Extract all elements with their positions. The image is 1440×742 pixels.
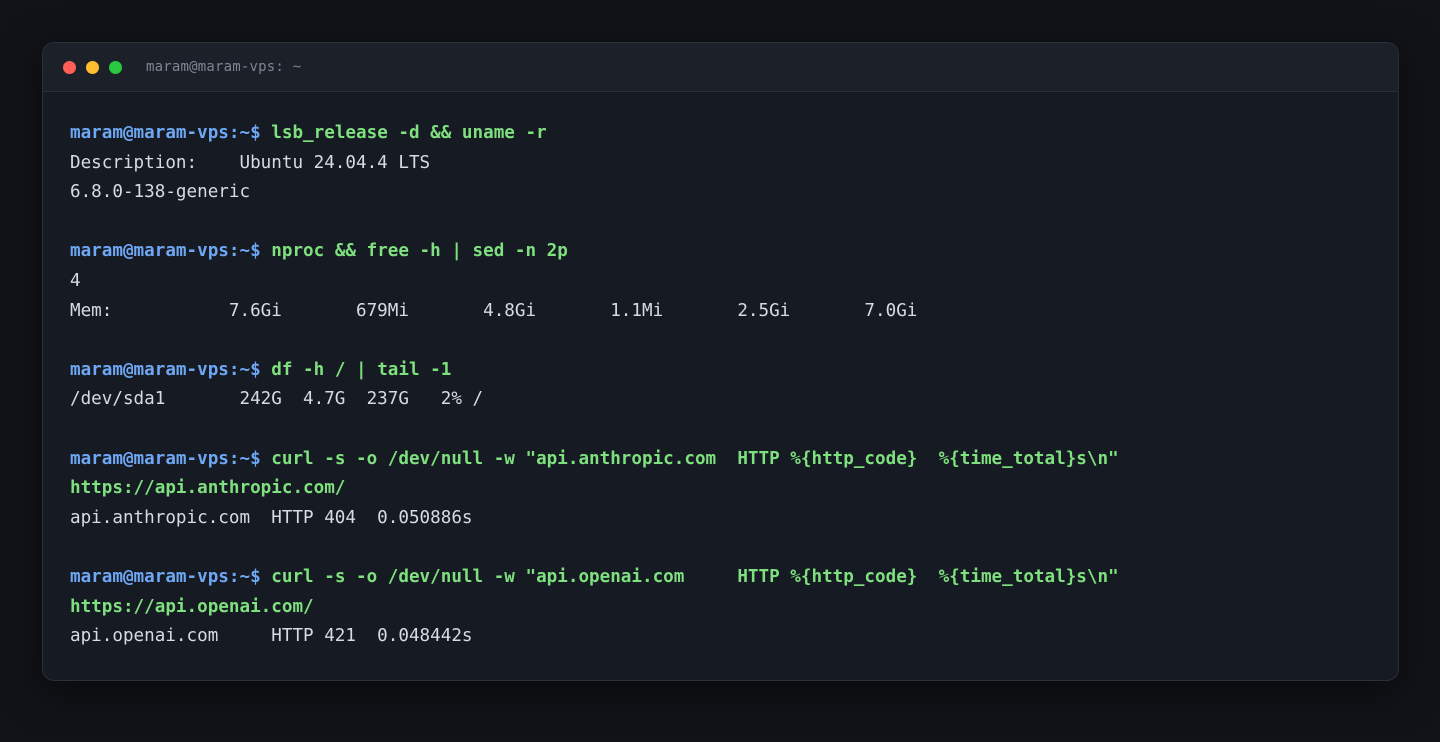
shell-prompt: maram@maram-vps:~$ — [70, 123, 261, 143]
command-line: maram@maram-vps:~$ nproc && free -h | se… — [70, 237, 1398, 267]
terminal-output[interactable]: maram@maram-vps:~$ lsb_release -d && una… — [43, 92, 1398, 652]
command-line: maram@maram-vps:~$ curl -s -o /dev/null … — [70, 563, 1398, 593]
output-line: /dev/sda1 242G 4.7G 237G 2% / — [70, 389, 484, 410]
title-bar: maram@maram-vps: ~ — [43, 43, 1398, 92]
command-line: maram@maram-vps:~$ curl -s -o /dev/null … — [70, 445, 1398, 475]
window-title: maram@maram-vps: ~ — [146, 59, 302, 75]
output-line: Description: Ubuntu 24.04.4 LTS — [70, 152, 431, 173]
maximize-button[interactable] — [109, 60, 122, 74]
command-line: maram@maram-vps:~$ lsb_release -d && una… — [70, 119, 1398, 149]
shell-prompt: maram@maram-vps:~$ — [70, 241, 261, 262]
minimize-button[interactable] — [86, 60, 99, 74]
shell-prompt: maram@maram-vps:~$ — [70, 448, 261, 469]
output-line: 6.8.0-138-generic — [70, 182, 251, 203]
output-line: api.openai.com HTTP 421 0.048442s — [70, 626, 473, 647]
shell-prompt: maram@maram-vps:~$ — [70, 566, 261, 587]
command-line: maram@maram-vps:~$ df -h / | tail -1 — [70, 356, 1398, 386]
terminal-window: maram@maram-vps: ~ maram@maram-vps:~$ ls… — [42, 42, 1399, 681]
command-text: lsb_release -d && uname -r — [260, 123, 547, 143]
shell-prompt: maram@maram-vps:~$ — [70, 359, 261, 380]
command-text: nproc && free -h | sed -n 2p — [260, 241, 568, 262]
output-line: 4 — [70, 270, 81, 291]
command-text: curl -s -o /dev/null -w "api.anthropic.c… — [260, 448, 1119, 469]
output-line: Mem: 7.6Gi 679Mi 4.8Gi 1.1Mi 2.5Gi 7.0Gi — [70, 300, 918, 321]
output-url-line: https://api.anthropic.com/ — [70, 478, 346, 499]
output-url-line: https://api.openai.com/ — [70, 596, 314, 617]
command-text: df -h / | tail -1 — [260, 359, 452, 380]
command-text: curl -s -o /dev/null -w "api.openai.com … — [260, 566, 1119, 587]
close-button[interactable] — [63, 60, 76, 74]
output-line: api.anthropic.com HTTP 404 0.050886s — [70, 507, 473, 528]
